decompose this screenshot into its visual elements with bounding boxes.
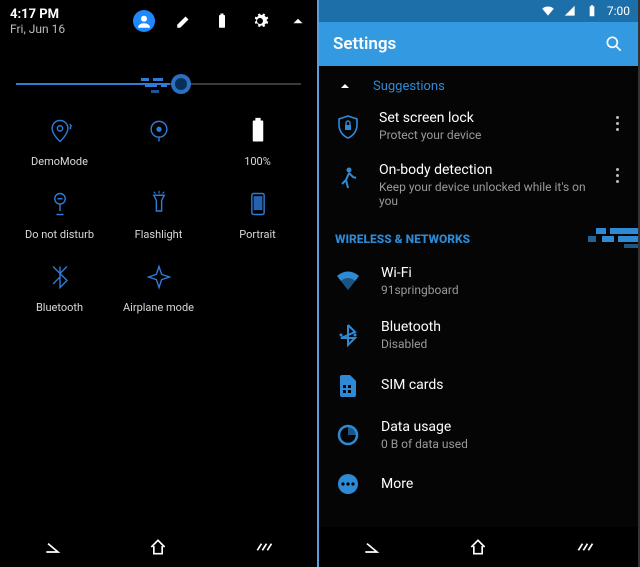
quick-settings-shade: 4:17 PM Fri, Jun 16 DemoMode xyxy=(0,0,317,527)
chevron-up-icon xyxy=(337,78,353,94)
settings-data[interactable]: Data usage0 B of data used xyxy=(319,408,638,462)
nav-bar xyxy=(319,527,638,567)
nav-home-icon[interactable] xyxy=(468,537,488,557)
nav-back-icon[interactable] xyxy=(43,537,63,557)
edit-icon[interactable] xyxy=(175,12,193,30)
appbar-title: Settings xyxy=(333,34,396,54)
user-avatar-icon[interactable] xyxy=(133,10,155,32)
settings-bluetooth[interactable]: BluetoothDisabled xyxy=(319,308,638,362)
qs-tile-demomode[interactable]: DemoMode xyxy=(10,117,109,168)
suggestions-label: Suggestions xyxy=(373,79,445,94)
data-usage-icon xyxy=(337,424,359,446)
collapse-icon[interactable] xyxy=(289,12,307,30)
nav-recents-icon[interactable] xyxy=(575,537,595,557)
qs-tile-dnd[interactable]: Do not disturb xyxy=(10,190,109,241)
qs-tile-grid: DemoMode 100% Do not disturb Flashlight … xyxy=(10,117,307,314)
battery-status-icon xyxy=(585,4,599,18)
sim-icon xyxy=(338,373,358,397)
kebab-icon[interactable] xyxy=(610,162,624,183)
qs-tile-portrait[interactable]: Portrait xyxy=(208,190,307,241)
settings-appbar: Settings xyxy=(319,22,638,66)
qs-tile-location[interactable] xyxy=(109,117,208,168)
search-icon[interactable] xyxy=(604,34,624,54)
walking-person-icon xyxy=(337,166,359,192)
suggestion-screen-lock[interactable]: Set screen lockProtect your device xyxy=(319,100,638,152)
nav-recents-icon[interactable] xyxy=(254,537,274,557)
bluetooth-icon xyxy=(337,323,359,347)
kebab-icon[interactable] xyxy=(610,110,624,131)
qs-tile-battery[interactable]: 100% xyxy=(208,117,307,168)
qs-tile-airplane[interactable]: Airplane mode xyxy=(109,263,208,314)
battery-status-icon[interactable] xyxy=(213,12,231,30)
wifi-status-icon xyxy=(541,4,555,18)
wifi-icon xyxy=(336,270,360,292)
suggestions-header[interactable]: Suggestions xyxy=(319,66,638,100)
settings-icon[interactable] xyxy=(251,12,269,30)
brightness-slider[interactable] xyxy=(16,71,301,99)
suggestion-onbody[interactable]: On-body detectionKeep your device unlock… xyxy=(319,152,638,218)
nav-back-icon[interactable] xyxy=(362,537,382,557)
nav-home-icon[interactable] xyxy=(148,537,168,557)
settings-wifi[interactable]: Wi-Fi91springboard xyxy=(319,254,638,308)
signal-status-icon xyxy=(563,4,577,18)
status-clock: 4:17 PM Fri, Jun 16 xyxy=(10,8,65,37)
shield-icon xyxy=(336,114,360,140)
decorative-streak-icon xyxy=(560,226,638,248)
settings-more[interactable]: More xyxy=(319,462,638,506)
nav-bar xyxy=(0,527,317,567)
section-wireless: WIRELESS & NETWORKS xyxy=(319,218,638,254)
more-icon xyxy=(337,473,359,495)
settings-sim[interactable]: SIM cards xyxy=(319,362,638,408)
qs-tile-bluetooth[interactable]: Bluetooth xyxy=(10,263,109,314)
qs-tile-flashlight[interactable]: Flashlight xyxy=(109,190,208,241)
status-time: 7:00 xyxy=(607,4,630,18)
status-bar: 7:00 xyxy=(319,0,638,22)
